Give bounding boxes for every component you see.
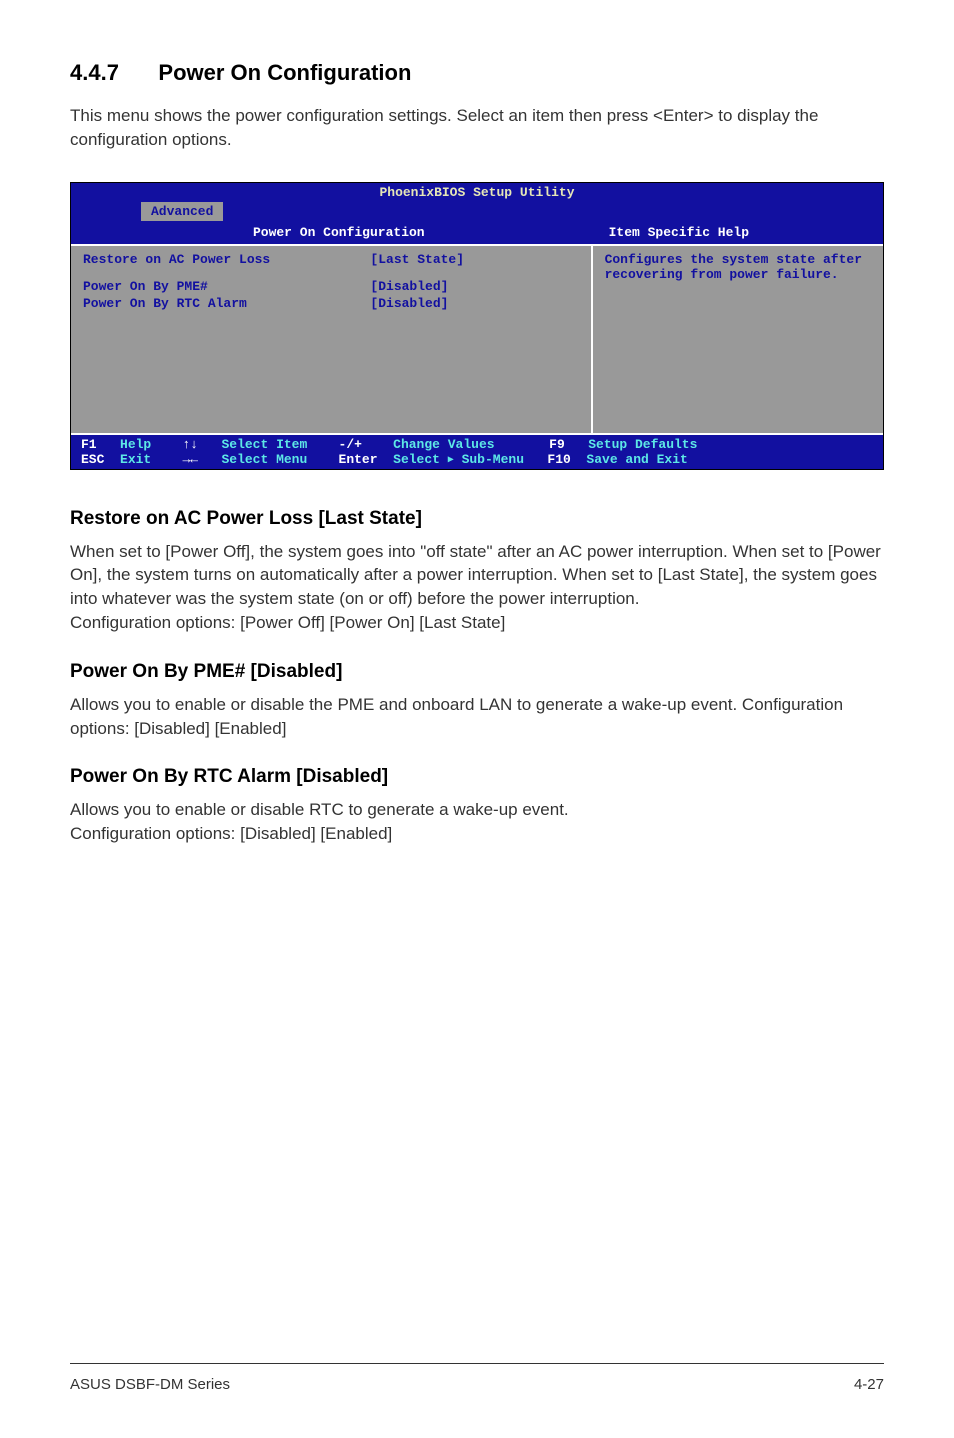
bios-footer-key: F10: [547, 452, 586, 467]
footer-left: ASUS DSBF-DM Series: [70, 1376, 230, 1393]
bios-row: Power On By PME# [Disabled]: [83, 279, 579, 294]
intro-paragraph: This menu shows the power configuration …: [70, 104, 884, 152]
bios-val: [Disabled]: [370, 296, 578, 311]
section-title: Power On Configuration: [158, 60, 411, 85]
bios-footer-label: Select Menu: [221, 452, 338, 467]
subsection-body: Allows you to enable or disable the PME …: [70, 693, 884, 741]
bios-footer-key: Enter: [339, 452, 394, 467]
subsection-body: Allows you to enable or disable RTC to g…: [70, 798, 884, 846]
bios-footer-label: Change Values: [393, 437, 549, 452]
subsection-body: When set to [Power Off], the system goes…: [70, 540, 884, 635]
bios-footer-label: Select Item: [221, 437, 338, 452]
bios-tab-advanced: Advanced: [141, 202, 223, 221]
bios-val: [Last State]: [370, 252, 578, 267]
bios-row: Restore on AC Power Loss [Last State]: [83, 252, 579, 267]
subsection-title: Restore on AC Power Loss [Last State]: [70, 508, 884, 530]
bios-footer-key: ↑↓: [182, 437, 221, 452]
bios-footer-label: Select ▶ Sub-Menu: [393, 452, 547, 467]
bios-footer-key: F9: [549, 437, 588, 452]
bios-pane-title: Power On Configuration: [81, 225, 597, 240]
bios-val: [Disabled]: [370, 279, 578, 294]
bios-footer-label: Save and Exit: [586, 452, 687, 467]
bios-help-text: Configures the system state after recove…: [605, 252, 871, 282]
bios-footer-key: ESC: [81, 452, 120, 467]
page-footer: ASUS DSBF-DM Series 4-27: [70, 1363, 884, 1393]
bios-footer-key: -/+: [339, 437, 394, 452]
bios-footer-label: Setup Defaults: [588, 437, 697, 452]
triangle-icon: ▶: [448, 455, 454, 466]
bios-key: Power On By RTC Alarm: [83, 296, 370, 311]
bios-key: Power On By PME#: [83, 279, 370, 294]
bios-key: Restore on AC Power Loss: [83, 252, 370, 267]
bios-footer: F1 Help ↑↓ Select Item -/+ Change Values…: [71, 435, 883, 469]
bios-screenshot: PhoenixBIOS Setup Utility Advanced Power…: [70, 182, 884, 470]
bios-footer-label: Help: [120, 437, 182, 452]
bios-footer-key: →←: [182, 452, 221, 467]
subsection-title: Power On By RTC Alarm [Disabled]: [70, 766, 884, 788]
section-number: 4.4.7: [70, 60, 119, 86]
bios-help-title: Item Specific Help: [597, 225, 873, 240]
bios-settings-list: Restore on AC Power Loss [Last State] Po…: [71, 246, 591, 433]
subsection-title: Power On By PME# [Disabled]: [70, 661, 884, 683]
bios-footer-label: Exit: [120, 452, 182, 467]
footer-right: 4-27: [854, 1376, 884, 1393]
bios-tab-bar: Advanced: [71, 202, 883, 221]
bios-footer-key: F1: [81, 437, 120, 452]
bios-title: PhoenixBIOS Setup Utility: [71, 183, 883, 202]
bios-row: Power On By RTC Alarm [Disabled]: [83, 296, 579, 311]
